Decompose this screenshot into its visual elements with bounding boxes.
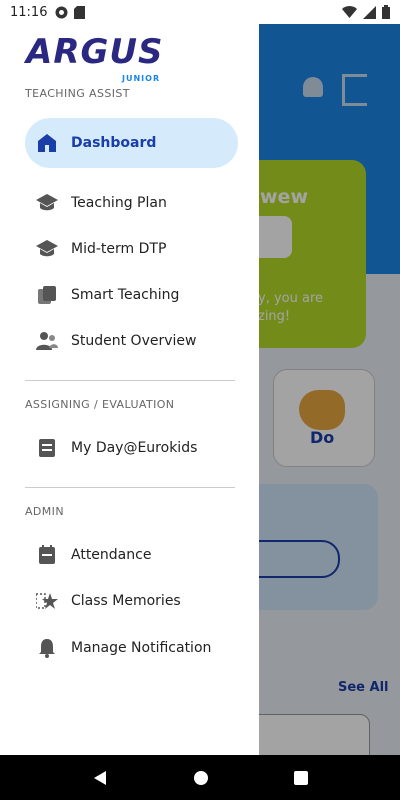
- menu-item-smart-teaching[interactable]: Smart Teaching: [25, 270, 238, 320]
- status-time: 11:16: [10, 4, 48, 20]
- wifi-icon: [342, 6, 357, 18]
- menu-item-manage-notification[interactable]: Manage Notification: [25, 623, 238, 673]
- bell-icon: [39, 639, 55, 658]
- menu-item-attendance[interactable]: Attendance: [25, 530, 238, 580]
- menu-item-student-overview[interactable]: Student Overview: [25, 316, 238, 366]
- graduation-cap-icon: [36, 240, 58, 257]
- section-teaching-assist: TEACHING ASSIST: [25, 87, 130, 100]
- section-divider: [25, 487, 235, 488]
- section-divider: [25, 380, 235, 381]
- people-icon: [36, 332, 58, 350]
- layers-icon: [38, 286, 56, 304]
- home-button-icon[interactable]: [193, 770, 209, 786]
- recents-icon[interactable]: [293, 770, 308, 785]
- menu-item-mid-term-dtp[interactable]: Mid-term DTP: [25, 224, 238, 274]
- section-admin: ADMIN: [25, 505, 64, 518]
- section-assigning-evaluation: ASSIGNING / EVALUATION: [25, 398, 175, 411]
- system-nav-bar: [0, 755, 400, 800]
- app-notification-icon: [55, 6, 68, 18]
- menu-item-my-day-eurokids[interactable]: My Day@Eurokids: [25, 423, 238, 473]
- battery-icon: [382, 5, 390, 19]
- graduation-cap-icon: [36, 194, 58, 211]
- back-icon[interactable]: [92, 770, 108, 786]
- navigation-drawer: ARGUS JUNIOR TEACHING ASSIST Dashboard T…: [0, 24, 259, 755]
- clipboard-icon: [39, 545, 55, 564]
- argus-junior-logo: ARGUS JUNIOR: [26, 32, 164, 83]
- menu-item-teaching-plan[interactable]: Teaching Plan: [25, 178, 238, 228]
- menu-item-dashboard[interactable]: Dashboard: [25, 118, 238, 168]
- menu-item-class-memories[interactable]: Class Memories: [25, 576, 238, 626]
- note-icon: [39, 439, 55, 457]
- star-icon: [36, 593, 58, 609]
- home-icon: [38, 134, 56, 152]
- sd-card-icon: [74, 5, 86, 19]
- status-bar: 11:16: [0, 0, 400, 24]
- cellular-signal-icon: [363, 5, 376, 19]
